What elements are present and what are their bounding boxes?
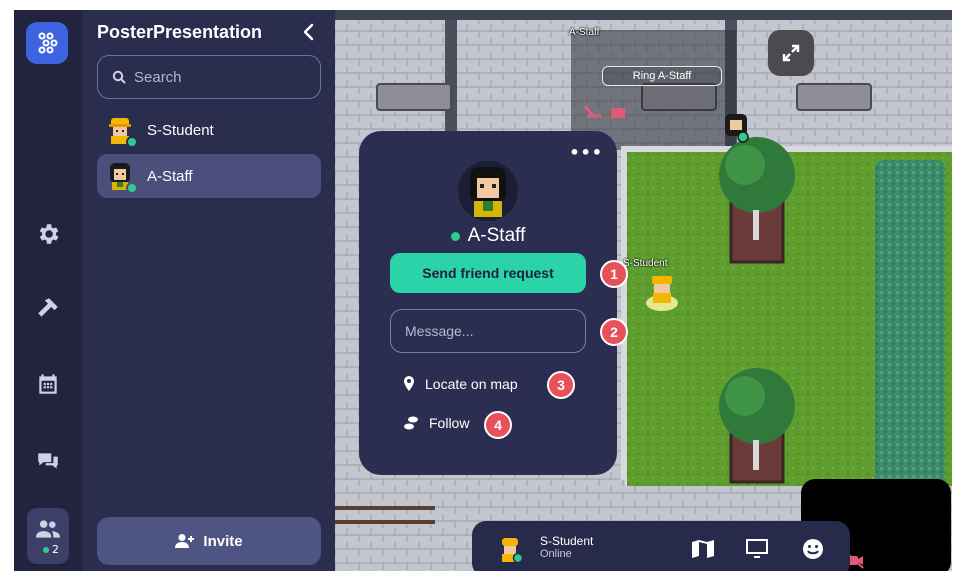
self-status-text: Online bbox=[540, 548, 572, 560]
invite-label: Invite bbox=[203, 532, 243, 550]
map-room-label: A-Staff bbox=[569, 27, 600, 38]
annotation-badge-3: 3 bbox=[547, 371, 575, 399]
follow-button[interactable]: Follow bbox=[403, 415, 469, 431]
person-name: A-Staff bbox=[147, 167, 193, 185]
online-count-label: 2 bbox=[52, 543, 59, 556]
person-row-s-student[interactable]: S-Student bbox=[97, 108, 321, 152]
online-count: 2 bbox=[43, 543, 59, 556]
gear-icon[interactable] bbox=[27, 213, 69, 255]
self-status: S-Student Online bbox=[540, 535, 593, 561]
self-name: S-Student bbox=[540, 534, 594, 548]
map-icon[interactable] bbox=[690, 536, 716, 562]
player-name-label: S-Student bbox=[623, 258, 668, 269]
hammer-icon[interactable] bbox=[27, 287, 69, 329]
people-icon[interactable]: 2 bbox=[27, 508, 69, 564]
search-input[interactable] bbox=[134, 68, 304, 86]
message-field[interactable] bbox=[390, 309, 586, 353]
more-options-button[interactable]: ••• bbox=[569, 143, 603, 162]
chat-icon[interactable] bbox=[27, 440, 69, 482]
ring-button[interactable]: Ring A-Staff bbox=[602, 66, 722, 86]
online-dot bbox=[43, 546, 49, 553]
collapse-sidebar-button[interactable] bbox=[298, 21, 318, 43]
annotation-badge-1: 1 bbox=[600, 260, 628, 288]
invite-button[interactable]: Invite bbox=[97, 517, 321, 565]
online-status-dot bbox=[450, 231, 460, 241]
annotation-badge-2: 2 bbox=[600, 318, 628, 346]
bottom-bar: S-Student Online bbox=[472, 521, 850, 571]
map-pin-icon bbox=[404, 376, 414, 391]
profile-name: A-Staff bbox=[359, 225, 617, 247]
people-sidebar: PosterPresentation S-Student bbox=[82, 10, 335, 571]
calendar-icon[interactable] bbox=[27, 363, 69, 405]
expand-icon bbox=[782, 44, 800, 62]
chevron-left-icon bbox=[303, 23, 314, 41]
send-friend-request-button[interactable]: Send friend request bbox=[390, 253, 586, 293]
emoji-icon[interactable] bbox=[800, 536, 826, 562]
follow-label: Follow bbox=[429, 415, 470, 431]
online-status-dot bbox=[126, 182, 138, 194]
avatar bbox=[105, 115, 138, 148]
search-box[interactable] bbox=[97, 55, 321, 99]
person-name: S-Student bbox=[147, 121, 214, 139]
profile-name-label: A-Staff bbox=[467, 225, 526, 246]
annotation-badge-4: 4 bbox=[484, 411, 512, 439]
person-row-a-staff[interactable]: A-Staff bbox=[97, 154, 321, 198]
expand-button[interactable] bbox=[768, 30, 814, 76]
self-avatar[interactable] bbox=[496, 535, 524, 567]
app-logo-icon[interactable] bbox=[26, 22, 68, 64]
follow-footsteps-icon bbox=[404, 416, 418, 430]
icon-rail: 2 bbox=[14, 10, 82, 571]
screen-share-icon[interactable] bbox=[744, 536, 770, 562]
locate-on-map-button[interactable]: Locate on map bbox=[403, 376, 518, 392]
message-input[interactable] bbox=[405, 310, 575, 352]
locate-label: Locate on map bbox=[425, 376, 518, 392]
profile-avatar bbox=[458, 161, 518, 221]
space-title: PosterPresentation bbox=[97, 22, 263, 42]
app-window: 2 PosterPresentation S-S bbox=[14, 10, 952, 571]
online-status-dot bbox=[126, 136, 138, 148]
avatar bbox=[105, 161, 138, 194]
search-icon bbox=[112, 70, 126, 84]
add-person-icon bbox=[175, 534, 195, 548]
